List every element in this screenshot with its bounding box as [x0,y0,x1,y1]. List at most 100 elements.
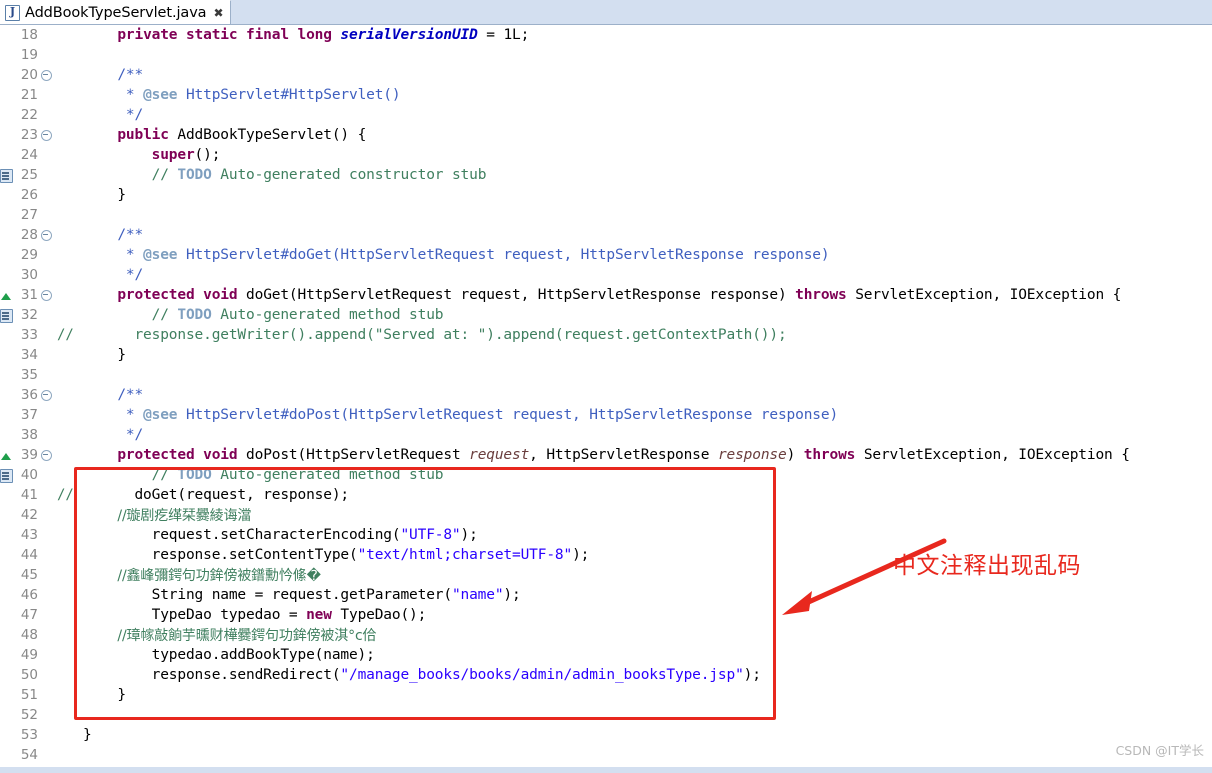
code-text[interactable] [83,205,1212,225]
gutter-marker[interactable] [0,405,12,425]
gutter-marker[interactable] [0,305,13,325]
code-text[interactable]: /** [83,225,1212,245]
code-line[interactable]: 51 } [0,685,1212,705]
gutter-marker[interactable] [0,505,12,525]
code-line[interactable]: 36 /** [0,385,1212,405]
gutter-marker[interactable] [0,125,12,145]
gutter-marker[interactable] [0,645,12,665]
code-text[interactable]: } [83,345,1212,365]
fold-toggle[interactable] [39,645,53,665]
gutter-marker[interactable] [0,485,12,505]
fold-toggle[interactable] [39,725,53,745]
gutter-marker[interactable] [0,345,12,365]
code-text[interactable]: protected void doPost(HttpServletRequest… [83,445,1212,465]
fold-collapse-icon[interactable] [40,450,52,461]
gutter-marker[interactable] [0,585,12,605]
gutter-marker[interactable] [0,465,13,485]
gutter-marker[interactable] [0,525,12,545]
fold-toggle[interactable] [39,365,53,385]
code-line[interactable]: 48 //璋幏敲餉芋曛财樺爨鍔句功鉾傍被淇°c佮 [0,625,1212,645]
code-text[interactable]: /** [83,65,1212,85]
fold-toggle[interactable] [39,425,53,445]
fold-toggle[interactable] [39,185,53,205]
fold-collapse-icon[interactable] [40,230,52,241]
fold-toggle[interactable] [39,25,53,45]
code-line[interactable]: 37 * @see HttpServlet#doPost(HttpServlet… [0,405,1212,425]
code-line[interactable]: 27 [0,205,1212,225]
fold-toggle[interactable] [39,65,53,85]
code-text[interactable]: //璇剧疙缂栞爨綾诲澢 [83,505,1212,525]
todo-task-marker-icon[interactable] [0,169,13,183]
fold-toggle[interactable] [39,125,53,145]
gutter-marker[interactable] [0,365,12,385]
gutter-marker[interactable] [0,285,12,305]
fold-toggle[interactable] [39,505,53,525]
code-text[interactable]: // TODO Auto-generated method stub [83,465,1212,485]
gutter-marker[interactable] [0,85,12,105]
code-text[interactable] [83,365,1212,385]
code-line[interactable]: 31 protected void doGet(HttpServletReque… [0,285,1212,305]
override-marker-icon[interactable] [1,292,11,300]
code-text[interactable]: } [83,685,1212,705]
code-line[interactable]: 54 [0,745,1212,765]
code-line[interactable]: 19 [0,45,1212,65]
code-text[interactable]: protected void doGet(HttpServletRequest … [83,285,1212,305]
todo-task-marker-icon[interactable] [0,469,13,483]
fold-toggle[interactable] [39,705,53,725]
code-line[interactable]: 46 String name = request.getParameter("n… [0,585,1212,605]
fold-toggle[interactable] [39,565,53,585]
code-text[interactable]: response.getWriter().append("Served at: … [83,325,1212,345]
code-text[interactable]: doGet(request, response); [83,485,1212,505]
code-line[interactable]: 47 TypeDao typedao = new TypeDao(); [0,605,1212,625]
code-text[interactable]: */ [83,265,1212,285]
code-line[interactable]: 24 super(); [0,145,1212,165]
tab-AddBookTypeServlet-java[interactable]: AddBookTypeServlet.java ✖ [0,0,231,24]
code-editor[interactable]: 18 private static final long serialVersi… [0,25,1212,773]
code-text[interactable]: */ [83,105,1212,125]
code-line[interactable]: 38 */ [0,425,1212,445]
code-text[interactable]: typedao.addBookType(name); [83,645,1212,665]
fold-collapse-icon[interactable] [40,390,52,401]
code-text[interactable]: // TODO Auto-generated method stub [83,305,1212,325]
code-line[interactable]: 28 /** [0,225,1212,245]
gutter-marker[interactable] [0,25,12,45]
fold-toggle[interactable] [39,525,53,545]
gutter-marker[interactable] [0,605,12,625]
code-line[interactable]: 32 // TODO Auto-generated method stub [0,305,1212,325]
code-line[interactable]: 39 protected void doPost(HttpServletRequ… [0,445,1212,465]
gutter-marker[interactable] [0,685,12,705]
code-line[interactable]: 42 //璇剧疙缂栞爨綾诲澢 [0,505,1212,525]
fold-toggle[interactable] [39,45,53,65]
fold-toggle[interactable] [39,485,53,505]
code-text[interactable]: } [83,725,1212,745]
fold-toggle[interactable] [39,685,53,705]
gutter-marker[interactable] [0,245,12,265]
gutter-marker[interactable] [0,705,12,725]
fold-toggle[interactable] [39,85,53,105]
fold-toggle[interactable] [39,545,53,565]
fold-toggle[interactable] [39,105,53,125]
code-line[interactable]: 53 } [0,725,1212,745]
fold-collapse-icon[interactable] [40,290,52,301]
gutter-marker[interactable] [0,145,12,165]
fold-toggle[interactable] [39,605,53,625]
code-text[interactable]: * @see HttpServlet#doPost(HttpServletReq… [83,405,1212,425]
fold-toggle[interactable] [39,665,53,685]
code-text[interactable]: String name = request.getParameter("name… [83,585,1212,605]
fold-toggle[interactable] [39,305,53,325]
code-text[interactable]: TypeDao typedao = new TypeDao(); [83,605,1212,625]
fold-toggle[interactable] [39,145,53,165]
fold-toggle[interactable] [39,225,53,245]
code-line[interactable]: 20 /** [0,65,1212,85]
code-text[interactable]: request.setCharacterEncoding("UTF-8"); [83,525,1212,545]
code-text[interactable]: private static final long serialVersionU… [83,25,1212,45]
fold-toggle[interactable] [39,265,53,285]
code-line[interactable]: 35 [0,365,1212,385]
code-line[interactable]: 29 * @see HttpServlet#doGet(HttpServletR… [0,245,1212,265]
code-line[interactable]: 40 // TODO Auto-generated method stub [0,465,1212,485]
code-line[interactable]: 43 request.setCharacterEncoding("UTF-8")… [0,525,1212,545]
gutter-marker[interactable] [0,65,12,85]
fold-toggle[interactable] [39,325,53,345]
gutter-marker[interactable] [0,185,12,205]
fold-toggle[interactable] [39,165,53,185]
